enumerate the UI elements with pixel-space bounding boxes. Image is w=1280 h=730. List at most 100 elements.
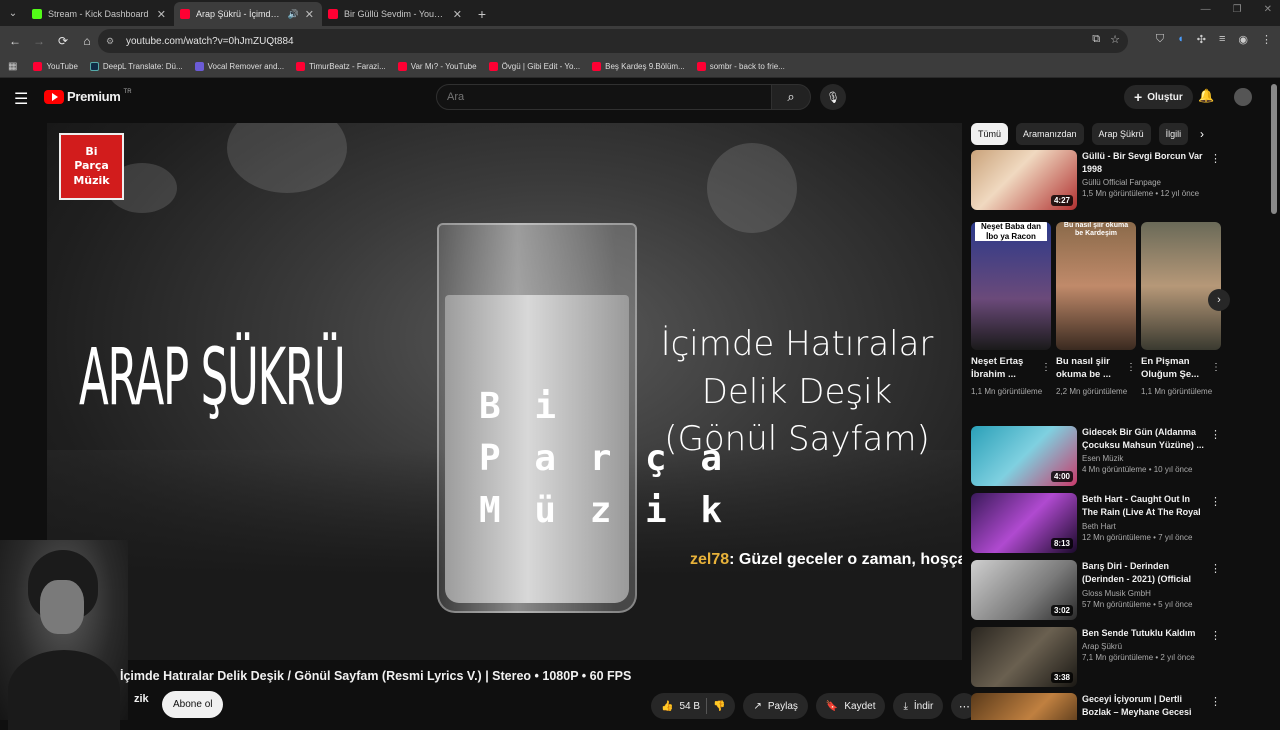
browser-menu-icon[interactable]: ⋮ [1261,33,1272,46]
video-player[interactable]: Bi Parça Müzik ARAP ŞÜKRÜ B i P a r ç a … [47,123,962,660]
chip-related[interactable]: İlgili [1158,123,1189,145]
short-item[interactable]: Neşet Baba dan İbo ya Racon Neşet Ertaş … [971,222,1051,397]
bookmark-item[interactable]: DeepL Translate: Dü... [89,62,183,71]
search-button[interactable]: ⌕ [771,84,811,110]
more-vertical-icon[interactable]: ⋮ [1126,362,1136,373]
video-thumbnail[interactable]: 8:13 [971,493,1077,553]
save-button[interactable]: 🔖 Kaydet [815,693,886,719]
audio-extension-icon[interactable]: ◖ [1177,33,1184,46]
tab-youtube[interactable]: Bir Güllü Sevdim - YouTube ✕ [322,2,470,26]
site-info-icon[interactable]: ⚙ [106,36,118,47]
short-thumbnail[interactable] [1141,222,1221,350]
close-window-icon[interactable]: ✕ [1264,4,1272,15]
home-icon[interactable]: ⌂ [76,30,98,52]
chevron-right-icon[interactable]: › [1200,127,1204,141]
more-vertical-icon[interactable]: ⋮ [1210,629,1221,642]
short-title[interactable]: Bu nasıl şiir okuma be ... [1056,356,1122,382]
short-item[interactable]: En Pişman Oluğum Şe... 1,1 Mn görüntülem… [1141,222,1221,397]
address-bar[interactable]: ⚙ youtube.com/watch?v=0hJmZUQt884 ⧉ ☆ [98,29,1128,53]
notifications-bell-icon[interactable]: 🔔 [1198,88,1214,104]
video-title[interactable]: Geceyi İçiyorum | Dertli Bozlak – Meyhan… [1082,693,1207,719]
forward-arrow-icon[interactable]: → [28,30,50,52]
puzzle-extensions-icon[interactable]: ✣ [1197,33,1206,46]
video-title[interactable]: Barış Diri - Derinden (Derinden - 2021) … [1082,560,1207,587]
bookmark-item[interactable]: YouTube [33,62,78,71]
short-thumbnail[interactable]: Bu nasıl şiir okuma be Kardeşim [1056,222,1136,350]
maximize-icon[interactable]: ❐ [1233,4,1242,15]
create-button[interactable]: + Oluştur [1124,85,1193,109]
more-vertical-icon[interactable]: ⋮ [1210,495,1221,508]
media-control-icon[interactable]: ≡ [1219,33,1225,46]
minimize-icon[interactable]: — [1201,4,1211,15]
video-title[interactable]: Beth Hart - Caught Out In The Rain (Live… [1082,493,1207,520]
recommendation-item[interactable]: 4:00 Gidecek Bir Gün (Aldanma Çocuksu Ma… [971,426,1221,490]
close-icon[interactable]: ✕ [453,8,462,21]
subscribe-button[interactable]: Abone ol [162,691,224,718]
recommendation-item[interactable]: 3:02 Barış Diri - Derinden (Derinden - 2… [971,560,1221,624]
bookmark-item[interactable]: Vocal Remover and... [194,62,284,71]
search-input[interactable] [447,91,771,103]
close-icon[interactable]: ✕ [157,8,166,21]
short-title[interactable]: Neşet Ertaş İbrahim ... [971,356,1037,382]
more-vertical-icon[interactable]: ⋮ [1210,562,1221,575]
page-scrollbar[interactable] [1271,84,1277,214]
bookmark-item[interactable]: sombr - back to frie... [696,62,785,71]
more-vertical-icon[interactable]: ⋮ [1210,152,1221,165]
chip-from-search[interactable]: Aramanızdan [1016,123,1084,145]
apps-grid-icon[interactable]: ▦ [8,61,17,72]
chip-all[interactable]: Tümü [971,123,1009,145]
share-button[interactable]: ↗ Paylaş [743,693,808,719]
like-count[interactable]: 54 B [679,701,700,712]
channel-name[interactable]: Arap Şükrü [1082,642,1207,651]
shield-extension-icon[interactable]: ⛉ [1156,33,1164,46]
bookmark-item[interactable]: Beş Kardeş 9.Bölüm... [592,62,685,71]
recommendation-item[interactable]: 8:13 Beth Hart - Caught Out In The Rain … [971,493,1221,557]
channel-name[interactable]: Gloss Musik GmbH [1082,589,1207,598]
tab-kick[interactable]: Stream - Kick Dashboard ✕ [26,2,174,26]
bookmark-item[interactable]: Var Mı? - YouTube [397,62,477,71]
channel-name[interactable]: Beth Hart [1082,522,1207,531]
video-title[interactable]: Güllü - Bir Sevgi Borcun Var 1998 [1082,150,1207,176]
video-thumbnail[interactable]: 3:02 [971,560,1077,620]
account-avatar[interactable] [1234,88,1252,106]
video-thumbnail[interactable]: 4:00 [971,426,1077,486]
more-vertical-icon[interactable]: ⋮ [1210,695,1221,708]
bookmark-item[interactable]: Övgü | Gibi Edit - Yo... [488,62,580,71]
search-box[interactable] [436,84,772,110]
hamburger-menu-icon[interactable]: ☰ [14,89,28,109]
channel-name[interactable]: Güllü Official Fanpage [1082,178,1207,187]
video-thumbnail[interactable] [971,693,1077,720]
profile-icon[interactable]: ◉ [1238,33,1248,46]
reload-icon[interactable]: ⟳ [52,30,74,52]
new-tab-button[interactable]: + [470,2,494,26]
youtube-premium-logo[interactable]: Premium TR [44,89,132,104]
speaker-icon[interactable]: 🔊 [288,9,299,20]
more-vertical-icon[interactable]: ⋮ [1211,362,1221,373]
bookmark-item[interactable]: TimurBeatz - Farazi... [296,62,386,71]
bookmark-star-icon[interactable]: ☆ [1110,33,1120,46]
short-item[interactable]: Bu nasıl şiir okuma be Kardeşim Bu nasıl… [1056,222,1136,397]
like-icon[interactable]: 👍 [661,701,673,712]
channel-name[interactable]: Esen Müzik [1082,454,1207,463]
back-arrow-icon[interactable]: ← [4,30,26,52]
channel-name[interactable]: zik [134,693,149,705]
more-vertical-icon[interactable]: ⋮ [1210,428,1221,441]
install-app-icon[interactable]: ⧉ [1092,33,1100,46]
tab-youtube-active[interactable]: Arap Şükrü - İçimde Hatıral 🔊 ✕ [174,2,322,26]
short-thumbnail[interactable]: Neşet Baba dan İbo ya Racon [971,222,1051,350]
video-thumbnail[interactable]: 3:38 [971,627,1077,687]
video-thumbnail[interactable]: 4:27 [971,150,1077,210]
recommendation-item[interactable]: Geceyi İçiyorum | Dertli Bozlak – Meyhan… [971,693,1221,720]
download-button[interactable]: ⤓ İndir [893,693,944,719]
recommendation-item[interactable]: 3:38 Ben Sende Tutuklu Kaldım Arap Şükrü… [971,627,1221,691]
short-title[interactable]: En Pişman Oluğum Şe... [1141,356,1207,382]
recommendation-item[interactable]: 4:27 Güllü - Bir Sevgi Borcun Var 1998 G… [971,150,1221,214]
more-vertical-icon[interactable]: ⋮ [1041,362,1051,373]
dislike-icon[interactable]: 👎 [713,701,725,712]
close-icon[interactable]: ✕ [305,8,314,21]
chip-artist[interactable]: Arap Şükrü [1091,123,1151,145]
voice-search-button[interactable]: 🎙 [820,84,846,110]
video-title[interactable]: Ben Sende Tutuklu Kaldım [1082,627,1207,640]
video-title[interactable]: Gidecek Bir Gün (Aldanma Çocuksu Mahsun … [1082,426,1207,452]
shorts-next-button[interactable]: › [1208,289,1230,311]
